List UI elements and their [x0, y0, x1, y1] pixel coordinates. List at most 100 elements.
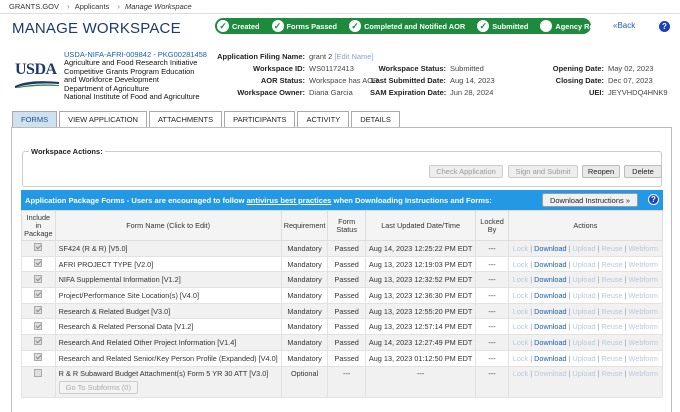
- header-form-status: Form Status: [327, 210, 366, 241]
- download-link[interactable]: Download: [534, 338, 566, 347]
- include-checkbox[interactable]: [34, 321, 43, 330]
- form-name[interactable]: Project/Performance Site Location(s) [V4…: [54, 287, 282, 304]
- tab-activity[interactable]: ACTIVITY: [297, 111, 350, 127]
- webform-link[interactable]: Webform: [629, 322, 658, 331]
- antivirus-link[interactable]: antivirus best practices: [247, 196, 332, 205]
- include-checkbox[interactable]: [34, 259, 43, 268]
- upload-link[interactable]: Upload: [572, 275, 595, 284]
- locked-by: ---: [475, 240, 509, 257]
- webform-link[interactable]: Webform: [629, 354, 658, 363]
- download-instructions-button[interactable]: Download Instructions »: [542, 193, 638, 207]
- requirement: Mandatory: [280, 334, 329, 351]
- webform-link[interactable]: Webform: [629, 291, 658, 300]
- tab-participants[interactable]: PARTICIPANTS: [224, 111, 296, 127]
- edit-name-link[interactable]: [Edit Name]: [334, 52, 373, 61]
- form-name[interactable]: Research And Related Other Project Infor…: [54, 334, 282, 351]
- step-label: Created: [232, 21, 260, 31]
- webform-link[interactable]: Webform: [629, 307, 658, 316]
- reuse-link[interactable]: Reuse: [602, 260, 623, 269]
- form-name[interactable]: Research and Related Senior/Key Person P…: [54, 349, 282, 367]
- download-link[interactable]: Download: [534, 291, 566, 300]
- upload-link[interactable]: Upload: [572, 244, 595, 253]
- download-link[interactable]: Download: [534, 369, 566, 378]
- form-name[interactable]: Research & Related Personal Data [V1.2]: [54, 318, 282, 336]
- breadcrumb-applicants[interactable]: Applicants: [72, 2, 116, 11]
- download-link[interactable]: Download: [534, 307, 566, 316]
- download-link[interactable]: Download: [534, 322, 566, 331]
- progress-tracker: ✓ Created ✓ Forms Passed ✓ Completed and No…: [215, 18, 617, 34]
- reuse-link[interactable]: Reuse: [602, 307, 623, 316]
- breadcrumb-grants-gov[interactable]: GRANTS.GOV: [6, 2, 65, 11]
- lock-link[interactable]: Lock: [513, 275, 528, 284]
- tab-forms[interactable]: FORMS: [12, 111, 58, 127]
- webform-link[interactable]: Webform: [629, 244, 658, 253]
- form-name[interactable]: R & R Subaward Budget Attachment(s) Form…: [59, 369, 278, 378]
- tab-view-application[interactable]: VIEW APPLICATION: [59, 111, 147, 127]
- include-checkbox[interactable]: [34, 274, 43, 283]
- last-submitted-label: Last Submitted Date:: [370, 76, 446, 85]
- reopen-button[interactable]: Reopen: [582, 165, 620, 178]
- sam-expiration-label: SAM Expiration Date:: [370, 88, 447, 97]
- tab-attachments[interactable]: ATTACHMENTS: [148, 111, 223, 127]
- webform-link[interactable]: Webform: [629, 338, 658, 347]
- download-link[interactable]: Download: [534, 275, 566, 284]
- action-separator: |: [530, 368, 533, 378]
- lock-link[interactable]: Lock: [513, 322, 528, 331]
- form-name[interactable]: NIFA Supplemental Information [V1.2]: [54, 271, 282, 289]
- upload-link[interactable]: Upload: [572, 291, 595, 300]
- page-title: MANAGE WORKSPACE: [12, 19, 181, 37]
- form-status: Passed: [327, 302, 366, 320]
- lock-link[interactable]: Lock: [513, 307, 528, 316]
- breadcrumb-manage-workspace: Manage Workspace: [124, 2, 192, 11]
- lock-link[interactable]: Lock: [513, 260, 528, 269]
- help-icon[interactable]: ?: [659, 21, 670, 32]
- download-link[interactable]: Download: [534, 244, 566, 253]
- upload-link[interactable]: Upload: [572, 322, 595, 331]
- usda-logo-text: USDA: [15, 61, 57, 78]
- download-link[interactable]: Download: [534, 354, 566, 363]
- webform-link[interactable]: Webform: [629, 260, 658, 269]
- include-checkbox[interactable]: [34, 368, 43, 377]
- uei-label: UEI:: [589, 88, 604, 97]
- upload-link[interactable]: Upload: [572, 260, 595, 269]
- step-completed-notified: ✓ Completed and Notified AOR: [347, 20, 475, 32]
- upload-link[interactable]: Upload: [572, 354, 595, 363]
- webform-link[interactable]: Webform: [629, 369, 658, 378]
- check-application-button[interactable]: Check Application: [429, 165, 503, 178]
- action-separator: |: [624, 322, 627, 332]
- download-link[interactable]: Download: [534, 260, 566, 269]
- requirement: Mandatory: [280, 271, 329, 289]
- include-checkbox[interactable]: [34, 353, 43, 362]
- lock-link[interactable]: Lock: [513, 354, 528, 363]
- tab-details[interactable]: DETAILS: [351, 111, 400, 127]
- reuse-link[interactable]: Reuse: [602, 291, 623, 300]
- reuse-link[interactable]: Reuse: [602, 322, 623, 331]
- reuse-link[interactable]: Reuse: [602, 369, 623, 378]
- reuse-link[interactable]: Reuse: [602, 354, 623, 363]
- form-name[interactable]: Research & Related Budget [V3.0]: [54, 302, 282, 320]
- lock-link[interactable]: Lock: [513, 244, 528, 253]
- header-include: Include in Package: [21, 210, 56, 241]
- help-icon[interactable]: ?: [648, 194, 659, 205]
- reuse-link[interactable]: Reuse: [602, 244, 623, 253]
- include-checkbox[interactable]: [34, 243, 43, 252]
- lock-link[interactable]: Lock: [513, 369, 528, 378]
- reuse-link[interactable]: Reuse: [602, 275, 623, 284]
- lock-link[interactable]: Lock: [513, 338, 528, 347]
- reuse-link[interactable]: Reuse: [602, 338, 623, 347]
- webform-link[interactable]: Webform: [629, 275, 658, 284]
- sign-and-submit-button[interactable]: Sign and Submit: [508, 165, 578, 178]
- form-name[interactable]: AFRI PROJECT TYPE [V2.0]: [54, 255, 282, 273]
- workspace-owner-value: Diana Garcia: [309, 88, 353, 97]
- include-checkbox[interactable]: [34, 306, 43, 315]
- back-link[interactable]: «Back: [613, 21, 635, 30]
- go-to-subforms-button[interactable]: Go To Subforms (0): [58, 380, 138, 394]
- include-checkbox[interactable]: [34, 290, 43, 299]
- lock-link[interactable]: Lock: [513, 291, 528, 300]
- upload-link[interactable]: Upload: [572, 338, 595, 347]
- delete-button[interactable]: Delete: [624, 165, 662, 178]
- form-name[interactable]: SF424 (R & R) [V5.0]: [54, 240, 282, 257]
- include-checkbox[interactable]: [34, 337, 43, 346]
- upload-link[interactable]: Upload: [572, 307, 595, 316]
- upload-link[interactable]: Upload: [572, 369, 595, 378]
